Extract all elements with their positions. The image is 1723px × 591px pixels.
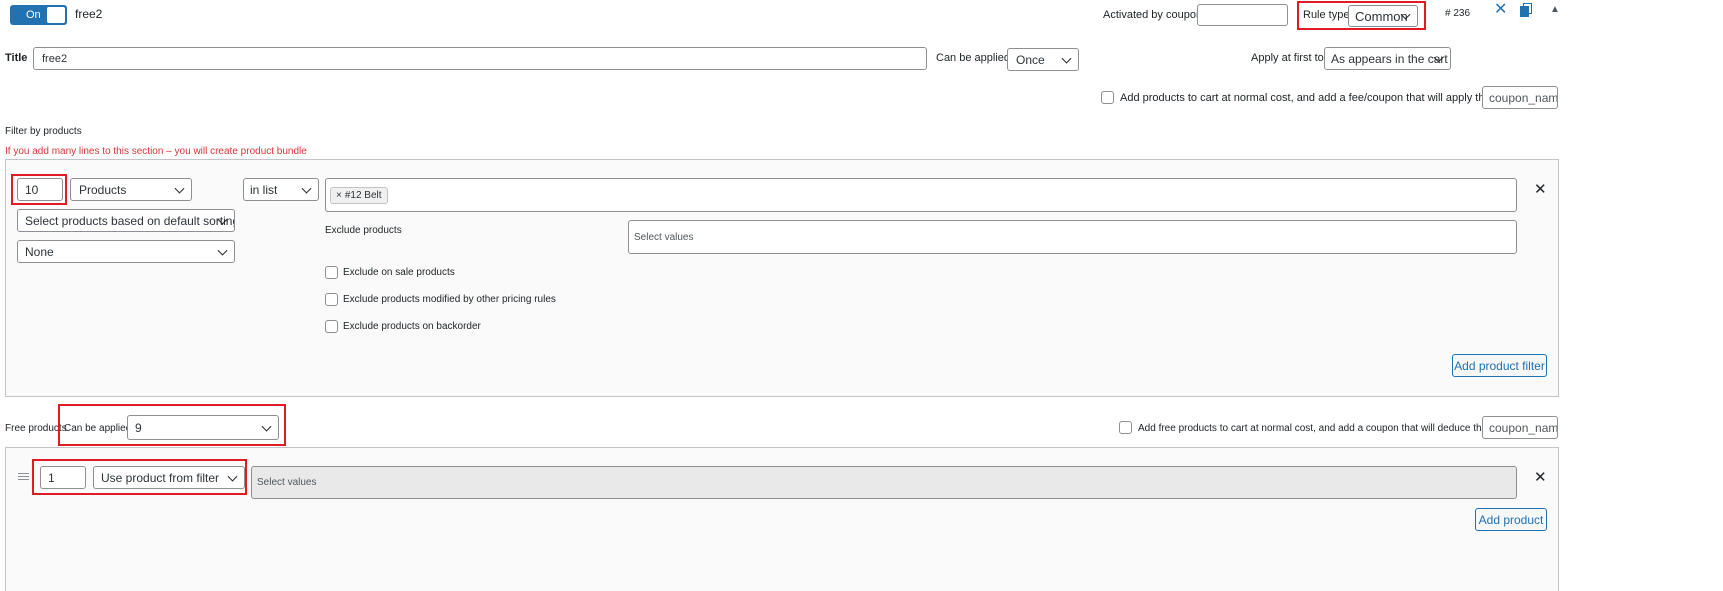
free-can-be-applied-value: 9 [135, 420, 142, 435]
activated-by-coupon-input[interactable] [1197, 4, 1288, 26]
toggle-label: On [26, 9, 41, 21]
selected-product-label: #12 Belt [344, 189, 382, 201]
chevron-down-icon [261, 421, 272, 432]
apply-first-value: As appears in the cart [1331, 51, 1448, 66]
free-source-value: Use product from filter [101, 470, 220, 485]
title-input[interactable]: free2 [33, 47, 927, 70]
rule-type-select[interactable]: Common [1348, 5, 1418, 27]
drag-handle-icon[interactable] [18, 473, 29, 480]
filter-heading: Filter by products [5, 126, 82, 137]
operator-select[interactable]: in list [243, 178, 319, 201]
rule-type-value: Common [1355, 8, 1408, 24]
chevron-down-icon [1061, 53, 1072, 64]
rule-type-label: Rule type [1303, 9, 1350, 21]
collapse-rule-icon[interactable]: ▲ [1550, 4, 1560, 15]
chevron-down-icon [227, 471, 238, 482]
clone-rule-icon[interactable] [1520, 3, 1532, 17]
rule-id: # 236 [1445, 8, 1471, 19]
none-select[interactable]: None [17, 240, 235, 263]
activated-by-coupon-label: Activated by coupon [1103, 9, 1203, 21]
apply-first-select[interactable]: As appears in the cart [1324, 47, 1451, 70]
operator-value: in list [250, 182, 278, 197]
exclude-backorder-checkbox[interactable] [325, 320, 338, 333]
normal-cost-label: Add products to cart at normal cost, and… [1120, 92, 1517, 104]
free-normal-cost-label: Add free products to cart at normal cost… [1138, 423, 1511, 434]
filter-warning: If you add many lines to this section – … [5, 146, 307, 157]
remove-tag-icon[interactable]: × [336, 190, 342, 201]
delete-rule-icon[interactable]: ✕ [1494, 2, 1507, 18]
exclude-on-sale-checkbox[interactable] [325, 266, 338, 279]
can-be-applied-value: Once [1016, 52, 1045, 67]
products-multiselect[interactable]: × #12 Belt [325, 178, 1517, 212]
filter-type-value: Products [79, 182, 127, 197]
sorting-value: Select products based on default sorting [25, 213, 235, 228]
filter-type-select[interactable]: Products [70, 178, 192, 201]
normal-cost-coupon-input[interactable]: coupon_name [1482, 86, 1558, 109]
free-source-select[interactable]: Use product from filter [93, 466, 245, 489]
sorting-select[interactable]: Select products based on default sorting [17, 209, 235, 232]
free-normal-cost-checkbox[interactable] [1119, 421, 1132, 434]
free-coupon-input[interactable]: coupon_name [1482, 416, 1558, 439]
free-qty-input[interactable]: 1 [40, 466, 86, 489]
none-value: None [25, 244, 54, 259]
can-be-applied-label: Can be applied: [936, 52, 1014, 64]
exclude-modified-label: Exclude products modified by other prici… [343, 294, 556, 305]
filter-qty-input[interactable]: 10 [17, 178, 63, 201]
free-values-input[interactable]: Select values [251, 466, 1517, 499]
add-product-button[interactable]: Add product [1475, 508, 1547, 531]
normal-cost-checkbox[interactable] [1101, 91, 1114, 104]
remove-free-product-icon[interactable]: ✕ [1534, 470, 1547, 485]
can-be-applied-select[interactable]: Once [1007, 48, 1079, 71]
free-can-be-applied-label: Can be applied [64, 423, 132, 434]
rule-enabled-toggle[interactable]: On [10, 5, 67, 25]
add-product-filter-button[interactable]: Add product filter [1452, 354, 1547, 377]
rule-name: free2 [75, 7, 103, 21]
title-label: Title [5, 52, 28, 64]
exclude-products-input[interactable]: Select values [628, 220, 1517, 254]
exclude-on-sale-label: Exclude on sale products [343, 267, 455, 278]
apply-first-label: Apply at first to: [1251, 52, 1327, 64]
chevron-down-icon [174, 183, 185, 194]
chevron-down-icon [301, 183, 312, 194]
toggle-knob [47, 7, 65, 23]
exclude-backorder-label: Exclude products on backorder [343, 321, 481, 332]
chevron-down-icon [217, 245, 228, 256]
exclude-modified-checkbox[interactable] [325, 293, 338, 306]
selected-product-tag[interactable]: × #12 Belt [330, 186, 388, 204]
exclude-products-label: Exclude products [325, 225, 402, 236]
free-can-be-applied-select[interactable]: 9 [127, 415, 279, 440]
remove-filter-icon[interactable]: ✕ [1534, 182, 1547, 197]
